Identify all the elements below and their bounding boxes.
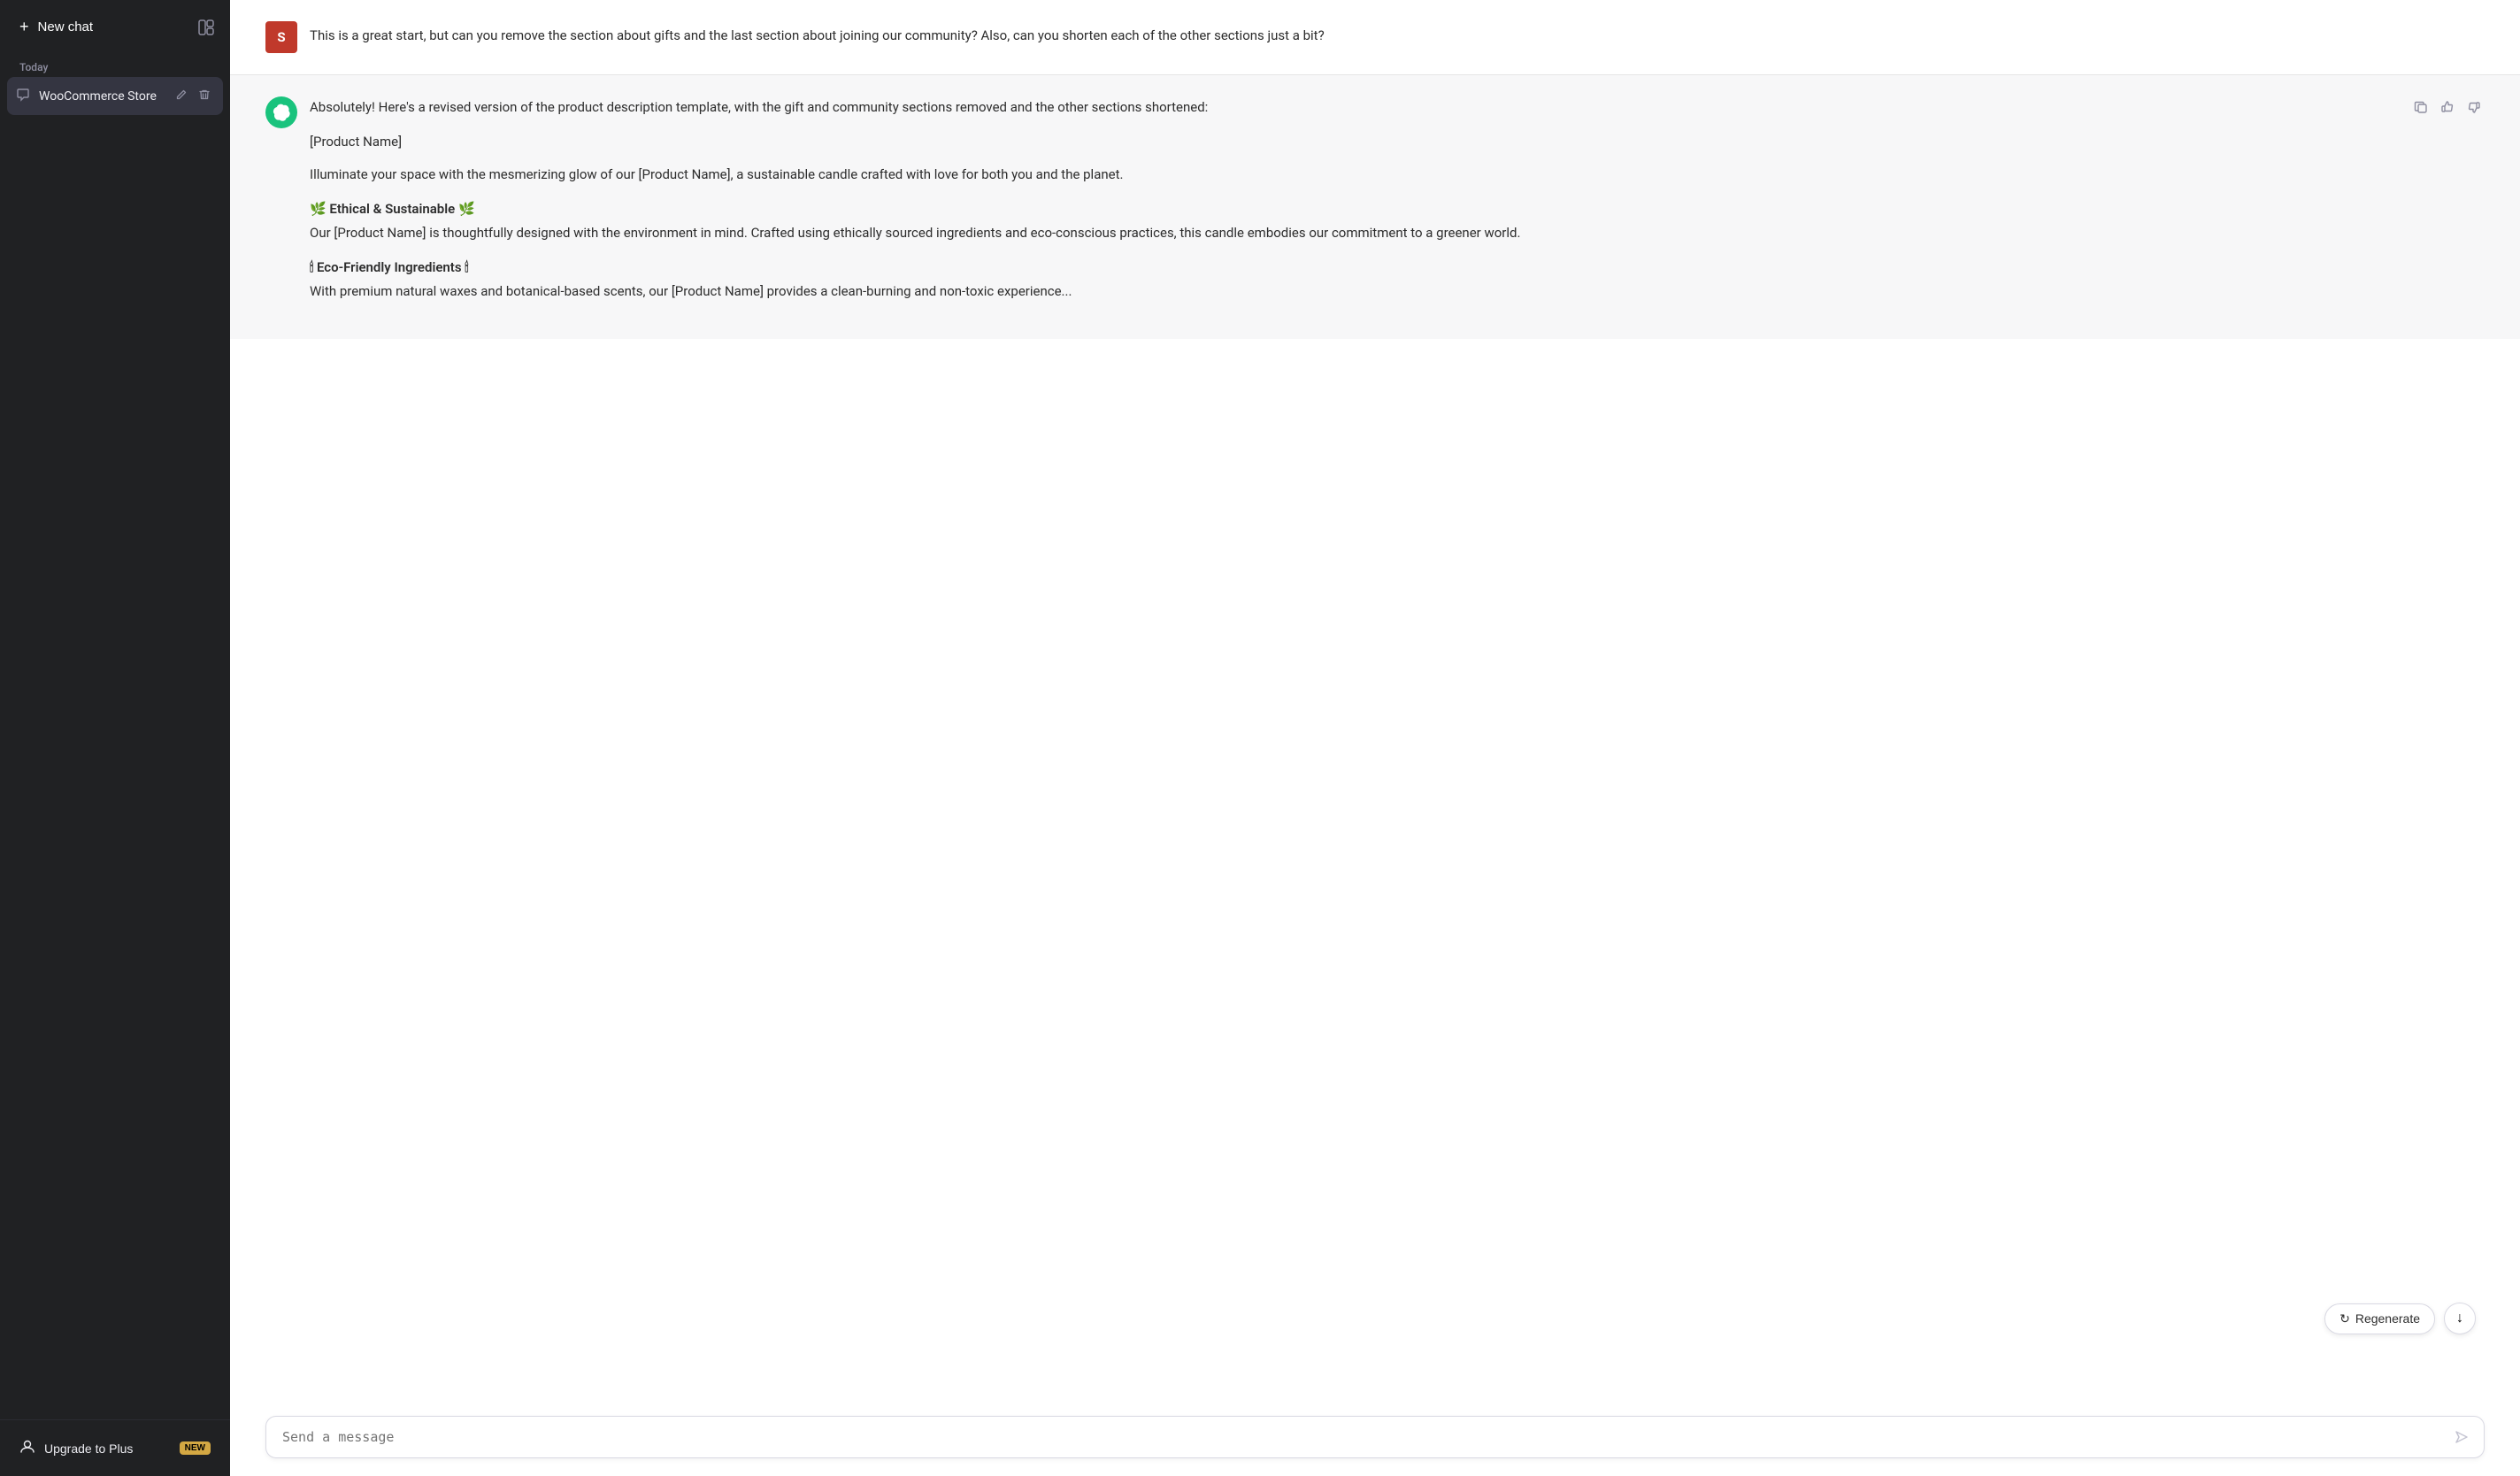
upgrade-label: Upgrade to Plus bbox=[44, 1441, 171, 1456]
floating-actions: ↻ Regenerate ↓ bbox=[2324, 1303, 2476, 1334]
assistant-avatar bbox=[265, 96, 297, 128]
new-chat-button[interactable]: + New chat bbox=[9, 9, 184, 45]
new-badge: NEW bbox=[180, 1441, 211, 1455]
chat-icon bbox=[16, 88, 30, 105]
user-message: S This is a great start, but can you rem… bbox=[230, 0, 2520, 74]
message-action-buttons bbox=[2410, 96, 2485, 122]
upgrade-to-plus-button[interactable]: Upgrade to Plus NEW bbox=[9, 1431, 221, 1465]
layout-icon bbox=[198, 19, 214, 35]
chat-item-label: WooCommerce Store bbox=[39, 89, 163, 104]
user-avatar: S bbox=[265, 21, 297, 53]
message-input[interactable] bbox=[282, 1429, 2443, 1445]
section-2-heading: 🕯 Eco-Friendly Ingredients 🕯 bbox=[310, 259, 2485, 275]
section-1-heading: 🌿 Ethical & Sustainable 🌿 bbox=[310, 201, 2485, 217]
scroll-down-icon: ↓ bbox=[2456, 1311, 2463, 1326]
thumbs-down-button[interactable] bbox=[2463, 96, 2485, 122]
sidebar-top: + New chat bbox=[0, 0, 230, 52]
scroll-down-button[interactable]: ↓ bbox=[2444, 1303, 2476, 1334]
message-input-wrapper bbox=[265, 1416, 2485, 1458]
copy-button[interactable] bbox=[2410, 96, 2432, 122]
assistant-message-body: Absolutely! Here's a revised version of … bbox=[310, 96, 2485, 318]
sidebar-bottom: Upgrade to Plus NEW bbox=[0, 1419, 230, 1476]
regenerate-icon: ↻ bbox=[2339, 1311, 2350, 1326]
main-content: S This is a great start, but can you rem… bbox=[230, 0, 2520, 1476]
chat-item-woocommerce[interactable]: WooCommerce Store bbox=[7, 77, 223, 115]
thumbs-up-button[interactable] bbox=[2437, 96, 2458, 122]
delete-chat-button[interactable] bbox=[195, 85, 214, 107]
today-label: Today bbox=[7, 56, 223, 77]
send-button[interactable] bbox=[2452, 1427, 2471, 1447]
product-description: Illuminate your space with the mesmerizi… bbox=[310, 164, 2485, 185]
assistant-intro: Absolutely! Here's a revised version of … bbox=[310, 96, 2485, 118]
chat-messages: S This is a great start, but can you rem… bbox=[230, 0, 2520, 1405]
product-name: [Product Name] bbox=[310, 134, 2485, 150]
chat-list: Today WooCommerce Store bbox=[0, 52, 230, 1419]
input-area bbox=[230, 1405, 2520, 1476]
new-chat-label: New chat bbox=[38, 19, 94, 35]
section-1-text: Our [Product Name] is thoughtfully desig… bbox=[310, 222, 2485, 243]
sidebar: + New chat Today WooCommerce Store bbox=[0, 0, 230, 1476]
edit-chat-button[interactable] bbox=[172, 85, 191, 107]
chat-item-actions bbox=[172, 85, 214, 107]
assistant-message: Absolutely! Here's a revised version of … bbox=[230, 75, 2520, 339]
layout-toggle-button[interactable] bbox=[191, 12, 221, 42]
plus-icon: + bbox=[19, 18, 29, 36]
regenerate-button[interactable]: ↻ Regenerate bbox=[2324, 1303, 2435, 1334]
user-message-text: This is a great start, but can you remov… bbox=[310, 21, 2485, 46]
regenerate-label: Regenerate bbox=[2355, 1311, 2420, 1326]
user-icon bbox=[19, 1439, 35, 1457]
section-2-text: With premium natural waxes and botanical… bbox=[310, 281, 2485, 302]
